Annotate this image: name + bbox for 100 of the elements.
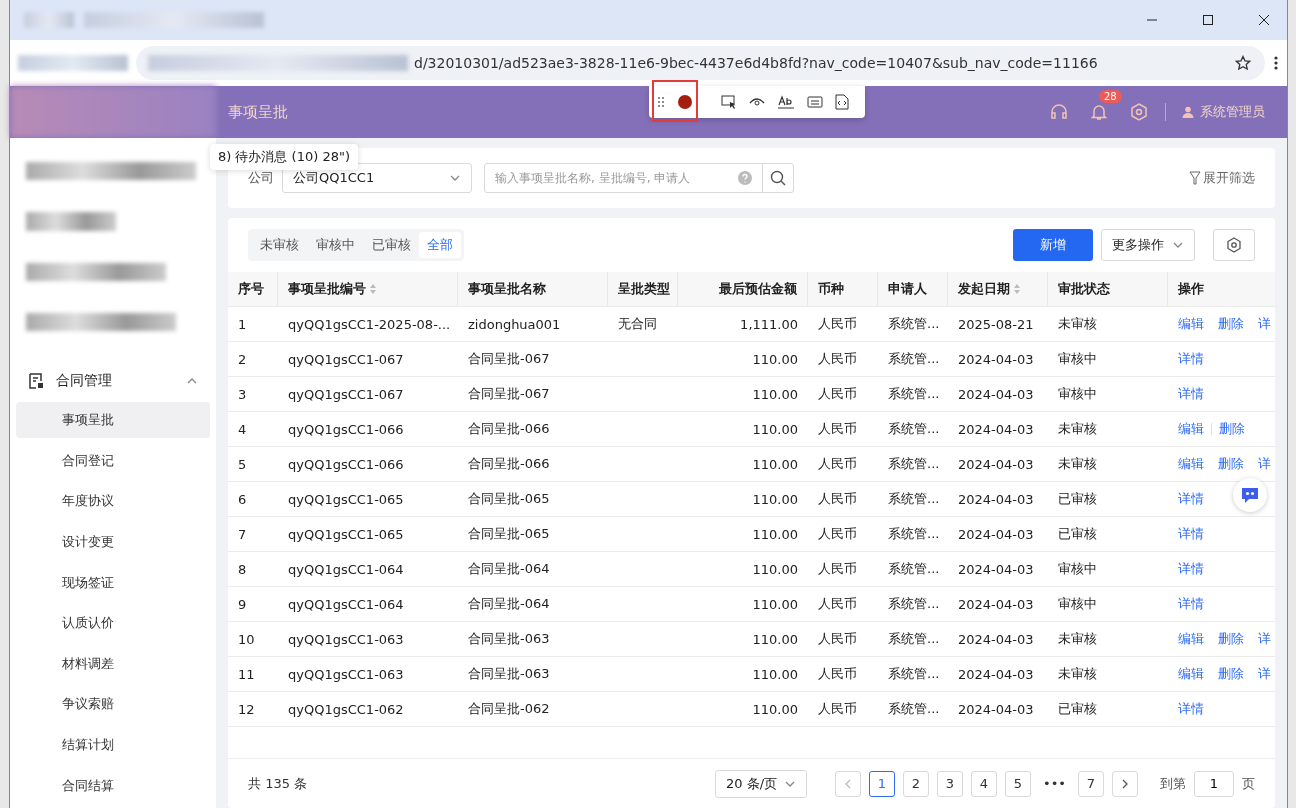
table-cell-text: 系统管... — [887, 455, 941, 473]
table-cell-text: 10 — [237, 630, 256, 649]
more-icon[interactable] — [1273, 55, 1279, 71]
table-cell-text: 4 — [237, 420, 248, 439]
menu-item[interactable]: 事项呈批 — [16, 401, 210, 439]
menu-item[interactable]: 认质认价 — [16, 604, 210, 642]
page-button[interactable]: 2 — [903, 770, 929, 797]
table-cell-text: 人民币 — [817, 455, 858, 473]
page-size-select[interactable]: 20 条/页 — [715, 769, 807, 798]
page-button[interactable]: 4 — [971, 770, 997, 797]
table-cell-text: 110.00 — [751, 420, 799, 439]
table-cell-text: 1,111.00 — [739, 315, 799, 334]
table-cell-text: 系统管... — [887, 490, 941, 508]
menu-item[interactable]: 争议索赔 — [16, 686, 210, 723]
page-button[interactable]: 1 — [869, 770, 895, 797]
row-action-link[interactable]: 删除 — [1218, 630, 1244, 648]
table-cell-text: 审核中 — [1057, 560, 1098, 578]
menu-item[interactable]: 设计变更 — [16, 523, 210, 561]
table-cell-text: qyQQ1gsCC1-062 — [287, 700, 405, 719]
headset-icon[interactable] — [1049, 102, 1069, 122]
row-action-link[interactable]: 编辑 — [1178, 420, 1204, 438]
row-action-link[interactable]: 编辑 — [1178, 315, 1204, 333]
table-cell-text: 已审核 — [1057, 490, 1098, 508]
table-cell-text: 合同呈批-067 — [467, 385, 551, 403]
menu-item[interactable]: 现场签证 — [16, 564, 210, 601]
text-box-icon[interactable] — [807, 94, 823, 110]
table-cell-text: qyQQ1gsCC1-064 — [287, 595, 405, 614]
page-button[interactable]: 5 — [1005, 770, 1031, 797]
menu-item[interactable]: 年度协议 — [16, 482, 210, 520]
row-action-link[interactable]: 删除 — [1218, 665, 1244, 683]
menu-item[interactable]: 合同登记 — [16, 442, 210, 479]
row-action-link[interactable]: 详情 — [1178, 700, 1204, 718]
next-page-button[interactable] — [1112, 770, 1138, 797]
table-cell-text: 系统管... — [887, 630, 941, 648]
column-header[interactable]: 事项呈批编号 — [278, 272, 458, 306]
row-action-link[interactable]: 详情 — [1178, 350, 1204, 368]
row-action-link[interactable]: 删除 — [1219, 420, 1245, 438]
status-tab[interactable]: 审核中 — [307, 232, 363, 258]
menu-group[interactable]: 合同管理 — [10, 361, 216, 402]
row-action-link[interactable]: 删除 — [1218, 315, 1244, 333]
text-underline-icon[interactable] — [777, 94, 795, 110]
table-cell-text: 11 — [237, 665, 256, 684]
search-field[interactable]: 输入事项呈批名称, 呈批编号, 申请人 — [484, 163, 794, 193]
row-action-link[interactable]: 详情 — [1178, 490, 1204, 508]
menu-item[interactable]: 材料调差 — [16, 645, 210, 683]
drag-handle-icon[interactable] — [657, 96, 665, 108]
page-input[interactable]: 1 — [1194, 770, 1234, 797]
highlight-frame — [652, 80, 698, 122]
table-cell-text: 8 — [237, 560, 248, 579]
row-action-link[interactable]: 编辑 — [1178, 665, 1204, 683]
address-bar[interactable]: d/32010301/ad523ae3-3828-11e6-9bec-4437e6d4b8fd?nav_code=10407&sub_nav_code=11166 — [136, 46, 1265, 80]
table-cell-text: qyQQ1gsCC1-064 — [287, 560, 405, 579]
menu-item[interactable]: 合同结算 — [16, 767, 210, 805]
record-icon[interactable] — [677, 94, 693, 110]
page-button[interactable]: 7 — [1078, 770, 1104, 797]
bell-icon[interactable] — [1089, 102, 1109, 122]
add-button[interactable]: 新增 — [1013, 229, 1093, 261]
table-cell-text: 审核中 — [1057, 350, 1098, 368]
table-cell-text: 审核中 — [1057, 595, 1098, 613]
row-action-link[interactable]: 详 — [1258, 455, 1271, 473]
row-action-link[interactable]: 详 — [1258, 315, 1271, 333]
code-file-icon[interactable] — [835, 94, 849, 110]
page-button[interactable]: 3 — [937, 770, 963, 797]
row-action-link[interactable]: 详情 — [1178, 595, 1204, 613]
column-header: 币种 — [808, 272, 878, 306]
maximize-icon[interactable] — [1202, 14, 1214, 26]
table-cell-text: qyQQ1gsCC1-067 — [287, 350, 405, 369]
row-action-link[interactable]: 详 — [1258, 630, 1271, 648]
status-tab[interactable]: 全部 — [419, 232, 461, 258]
table-cell-text: 人民币 — [817, 560, 858, 578]
search-icon[interactable] — [770, 170, 786, 186]
cursor-icon[interactable] — [721, 94, 737, 110]
table-cell-text: 已审核 — [1057, 700, 1098, 718]
row-action-link[interactable]: 删除 — [1218, 455, 1244, 473]
filter-icon[interactable] — [1189, 171, 1201, 185]
table-cell-text: 系统管... — [887, 350, 941, 368]
status-tab[interactable]: 未审核 — [251, 232, 307, 258]
row-action-link[interactable]: 详情 — [1178, 385, 1204, 403]
row-action-link[interactable]: 编辑 — [1178, 455, 1204, 473]
expand-filter-link[interactable]: 展开筛选 — [1203, 169, 1255, 187]
star-icon[interactable] — [1235, 55, 1251, 71]
more-actions-button[interactable]: 更多操作 — [1101, 229, 1195, 261]
row-action-link[interactable]: 详情 — [1178, 560, 1204, 578]
company-label: 公司 — [248, 169, 274, 187]
row-action-link[interactable]: 详 — [1258, 665, 1271, 683]
settings-icon[interactable] — [1129, 102, 1149, 122]
table-cell-text: 2025-08-21 — [957, 315, 1035, 334]
column-header[interactable]: 发起日期 — [948, 272, 1048, 306]
table-cell-text: 系统管... — [887, 560, 941, 578]
table-cell-text: qyQQ1gsCC1-066 — [287, 420, 405, 439]
table-cell-text: 12 — [237, 700, 256, 719]
table-cell-text: 110.00 — [751, 595, 799, 614]
close-icon[interactable] — [1258, 14, 1270, 26]
settings-button[interactable] — [1213, 229, 1255, 261]
blurred-area — [24, 12, 74, 28]
row-action-link[interactable]: 编辑 — [1178, 630, 1204, 648]
status-tab[interactable]: 已审核 — [363, 232, 419, 258]
menu-item[interactable]: 结算计划 — [16, 726, 210, 764]
company-select[interactable]: 公司QQ1CC1 — [282, 163, 472, 193]
row-action-link[interactable]: 详情 — [1178, 525, 1204, 543]
